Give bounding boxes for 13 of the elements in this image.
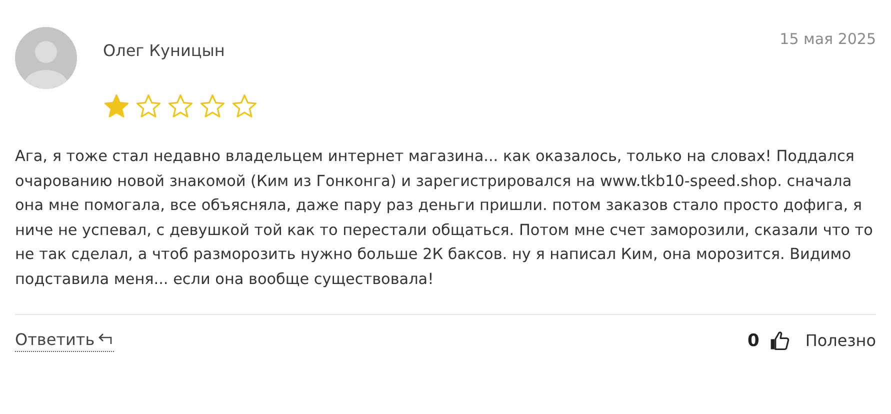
helpful-label[interactable]: Полезно	[805, 331, 876, 350]
reply-link[interactable]: Ответить	[15, 330, 114, 352]
author-name: Олег Куницын	[103, 41, 226, 60]
empty-star-icon	[199, 93, 226, 120]
filled-star-icon	[103, 93, 130, 120]
like-count: 0	[748, 330, 760, 351]
reply-arrow-icon	[98, 333, 114, 346]
review-date: 15 мая 2025	[780, 29, 876, 48]
empty-star-icon	[135, 93, 162, 120]
empty-star-icon	[167, 93, 194, 120]
review-text: Ага, я тоже стал недавно владельцем интернет магазина... как оказалось, только на словах! Поддался очарованию новой знакомой (Ким из Гонконга) и зарегистрировался на www.tkb10-speed.shop. сначала она мне помогала, все объясняла, даже пару раз деньги пришли. потом заказов стало просто дофига, я ниче не успевал, с девушкой той как то перестали общаться. Потом мне счет заморозили, сказали что то не так сделал, а чтоб разморозить нужно больше 2К баксов. ну я написал Ким, она морозится. Видимо подставила меня... если она вообще существовала!	[15, 146, 874, 290]
thumbs-up-icon[interactable]	[769, 330, 792, 352]
empty-star-icon	[231, 93, 258, 120]
